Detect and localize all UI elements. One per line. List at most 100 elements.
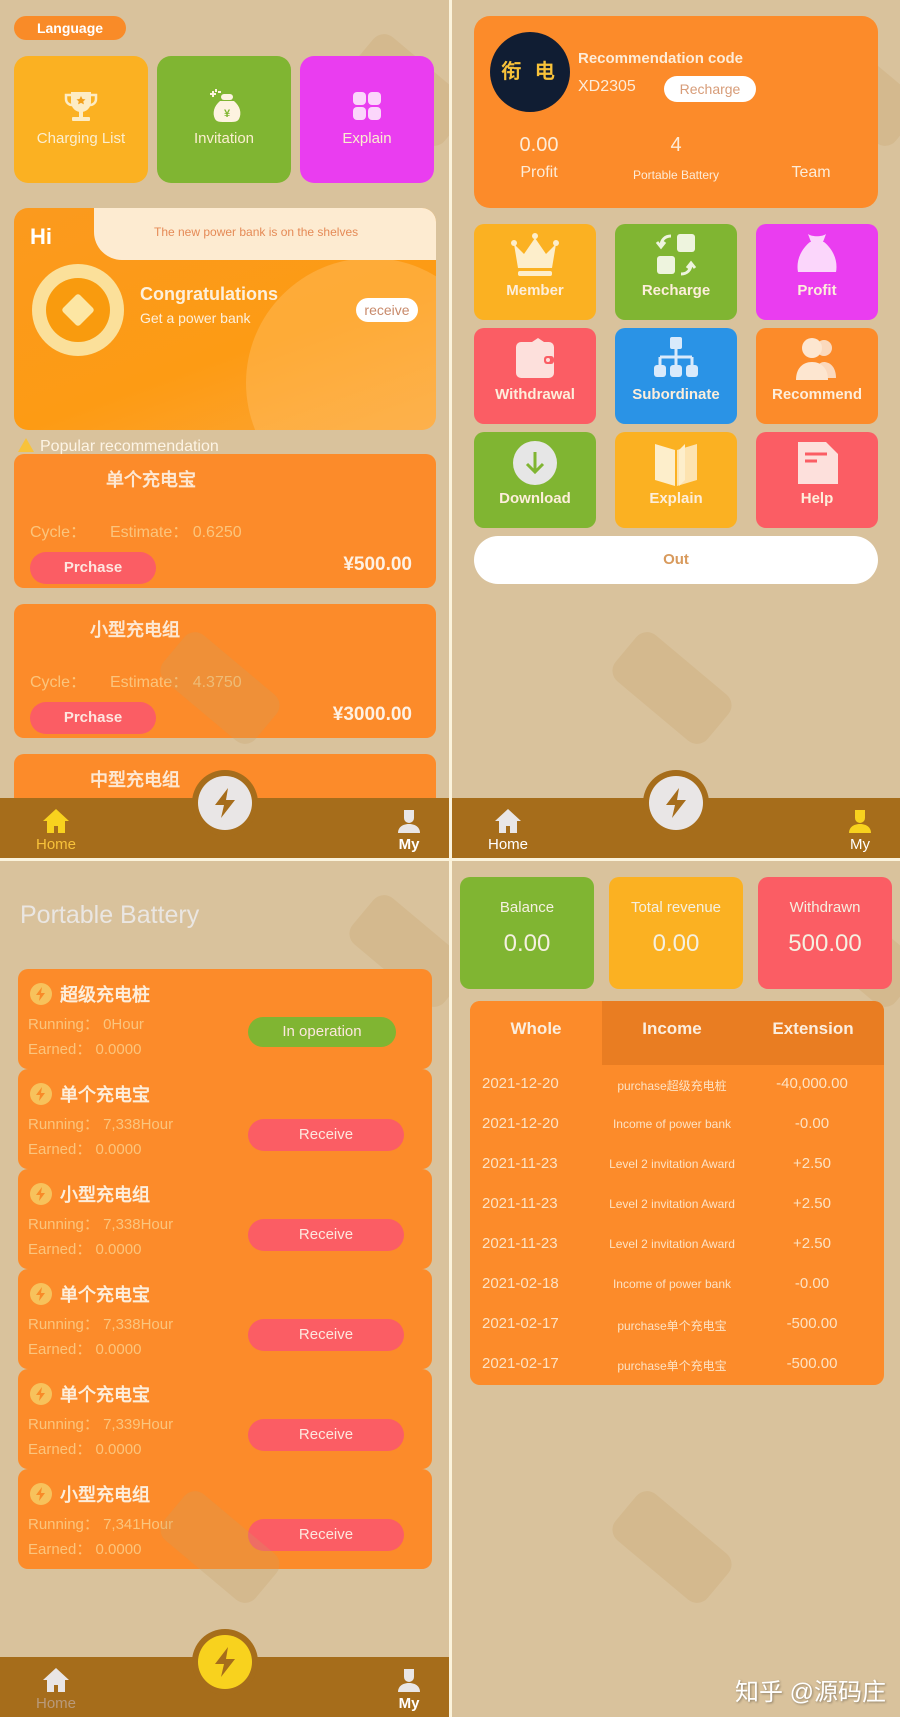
exchange-icon xyxy=(655,234,697,276)
trophy-icon xyxy=(64,92,98,121)
stat-portable-battery[interactable]: 4 Portable Battery xyxy=(611,134,741,182)
lightning-icon xyxy=(30,1083,52,1105)
tab-income[interactable]: Income xyxy=(602,1001,742,1065)
record-memo: Level 2 invitation Award xyxy=(609,1157,735,1171)
ledger-tabs: Whole Income Extension xyxy=(470,1001,884,1065)
svg-text:¥: ¥ xyxy=(224,108,231,120)
language-button[interactable]: Language xyxy=(14,16,126,40)
product-price: ¥3000.00 xyxy=(332,704,412,725)
running-hours: Running： 7,339Hour xyxy=(28,1416,174,1433)
menu-member[interactable]: Member xyxy=(474,224,596,320)
user-icon xyxy=(398,810,420,833)
ledger-row: 2021-02-17 purchase单个充电宝 -500.00 xyxy=(470,1345,884,1385)
receive-button[interactable]: Receive xyxy=(248,1519,404,1551)
purchase-button[interactable]: Prchase xyxy=(30,552,156,584)
recharge-button[interactable]: Recharge xyxy=(664,76,756,102)
tab-my[interactable]: My xyxy=(820,800,900,858)
charge-center-button[interactable] xyxy=(649,776,703,830)
finance-screen: Balance 0.00 Total revenue 0.00 Withdraw… xyxy=(452,861,900,1717)
tab-home[interactable]: Home xyxy=(16,1659,96,1717)
menu-recharge[interactable]: Recharge xyxy=(615,224,737,320)
product-name: 中型充电组 xyxy=(90,770,180,790)
battery-name: 单个充电宝 xyxy=(60,1085,150,1105)
battery-card: 单个充电宝 Running： 7,338Hour Earned： 0.0000 Rec… xyxy=(18,1269,432,1369)
coin-icon xyxy=(32,264,124,356)
record-memo: purchase超级充电桩 xyxy=(617,1079,727,1093)
product-card: 单个充电宝 Cycle： Estimate： 0.6250 Prchase ¥5… xyxy=(14,454,436,588)
running-hours: Running： 7,338Hour xyxy=(28,1316,174,1333)
tab-home[interactable]: Home xyxy=(16,800,96,858)
user-card: 衔 电 Recommendation code XD2305 Recharge … xyxy=(474,16,878,208)
menu-explain[interactable]: Explain xyxy=(615,432,737,528)
home-screen: Language Charging List ¥ Invitation Expl… xyxy=(0,0,449,858)
home-icon xyxy=(43,809,69,833)
receive-button[interactable]: Receive xyxy=(248,1119,404,1151)
record-memo: Income of power bank xyxy=(612,1277,732,1291)
battery-card: 超级充电桩 Running： 0Hour Earned： 0.0000 In oper… xyxy=(18,969,432,1069)
invitation-tile[interactable]: ¥ Invitation xyxy=(157,56,291,183)
lightning-icon xyxy=(30,1283,52,1305)
ledger-row: 2021-11-23 Level 2 invitation Award +2.50 xyxy=(470,1225,884,1265)
explain-tile[interactable]: Explain xyxy=(300,56,434,183)
tab-extension[interactable]: Extension xyxy=(742,1001,884,1065)
tab-home[interactable]: Home xyxy=(468,800,548,858)
in-operation-button[interactable]: In operation xyxy=(248,1017,396,1047)
menu-recommend[interactable]: Recommend xyxy=(756,328,878,424)
battery-name: 单个充电宝 xyxy=(60,1285,150,1305)
stat-profit[interactable]: 0.00 Profit xyxy=(474,134,604,182)
earned-amount: Earned： 0.0000 xyxy=(28,1541,142,1558)
earned-amount: Earned： 0.0000 xyxy=(28,1141,142,1158)
menu-download[interactable]: Download xyxy=(474,432,596,528)
record-memo: purchase单个充电宝 xyxy=(617,1319,727,1333)
record-memo: purchase单个充电宝 xyxy=(617,1359,727,1373)
record-date: 2021-11-23 xyxy=(482,1235,558,1252)
book-icon xyxy=(655,444,697,486)
promo-banner: The new power bank is on the shelves Hi … xyxy=(14,208,436,430)
charge-center-button[interactable] xyxy=(197,1635,252,1689)
record-memo: Level 2 invitation Award xyxy=(609,1237,735,1251)
stat-team[interactable]: Team xyxy=(746,134,876,182)
menu-help[interactable]: Help xyxy=(756,432,878,528)
record-date: 2021-11-23 xyxy=(482,1155,558,1172)
tab-whole[interactable]: Whole xyxy=(470,1001,602,1065)
crown-icon xyxy=(511,233,559,276)
receive-button[interactable]: Receive xyxy=(248,1419,404,1451)
battery-card: 单个充电宝 Running： 7,338Hour Earned： 0.0000 Rec… xyxy=(18,1069,432,1169)
charge-center-button[interactable] xyxy=(197,776,252,830)
earned-amount: Earned： 0.0000 xyxy=(28,1341,142,1358)
estimate: Estimate： 4.3750 xyxy=(110,674,242,691)
record-date: 2021-11-23 xyxy=(482,1195,558,1212)
receive-button[interactable]: Receive xyxy=(248,1319,404,1351)
lightning-icon xyxy=(30,983,52,1005)
tab-my[interactable]: My xyxy=(369,1659,449,1717)
record-date: 2021-02-17 xyxy=(482,1315,559,1332)
banner-subtitle: Get a power bank xyxy=(140,310,251,326)
menu-withdrawal[interactable]: Withdrawal xyxy=(474,328,596,424)
purchase-button[interactable]: Prchase xyxy=(30,702,156,734)
earned-amount: Earned： 0.0000 xyxy=(28,1241,142,1258)
receive-button[interactable]: receive xyxy=(356,298,418,322)
battery-card: 小型充电组 Running： 7,338Hour Earned： 0.0000 Rec… xyxy=(18,1169,432,1269)
greeting: Hi xyxy=(30,224,52,249)
menu-subordinate[interactable]: Subordinate xyxy=(615,328,737,424)
tab-my[interactable]: My xyxy=(369,800,449,858)
record-amount: -40,000.00 xyxy=(776,1075,848,1092)
total-revenue-card: Total revenue 0.00 xyxy=(609,877,743,989)
product-card: 小型充电组 Cycle： Estimate： 4.3750 Prchase ¥3… xyxy=(14,604,436,738)
record-amount: +2.50 xyxy=(793,1155,831,1172)
record-memo: Income of power bank xyxy=(612,1117,732,1131)
product-name: 小型充电组 xyxy=(90,620,180,640)
ledger-row: 2021-12-20 purchase超级充电桩 -40,000.00 xyxy=(470,1065,884,1105)
hierarchy-icon xyxy=(654,337,698,377)
charging-list-tile[interactable]: Charging List xyxy=(14,56,148,183)
earned-amount: Earned： 0.0000 xyxy=(28,1441,142,1458)
receive-button[interactable]: Receive xyxy=(248,1219,404,1251)
battery-name: 单个充电宝 xyxy=(60,1385,150,1405)
menu-profit[interactable]: Profit xyxy=(756,224,878,320)
user-icon xyxy=(398,1669,420,1692)
logout-button[interactable]: Out xyxy=(474,536,878,584)
home-icon xyxy=(495,809,521,833)
avatar: 衔 电 xyxy=(490,32,570,112)
ledger-row: 2021-11-23 Level 2 invitation Award +2.50 xyxy=(470,1145,884,1185)
withdrawn-card: Withdrawn 500.00 xyxy=(758,877,892,989)
